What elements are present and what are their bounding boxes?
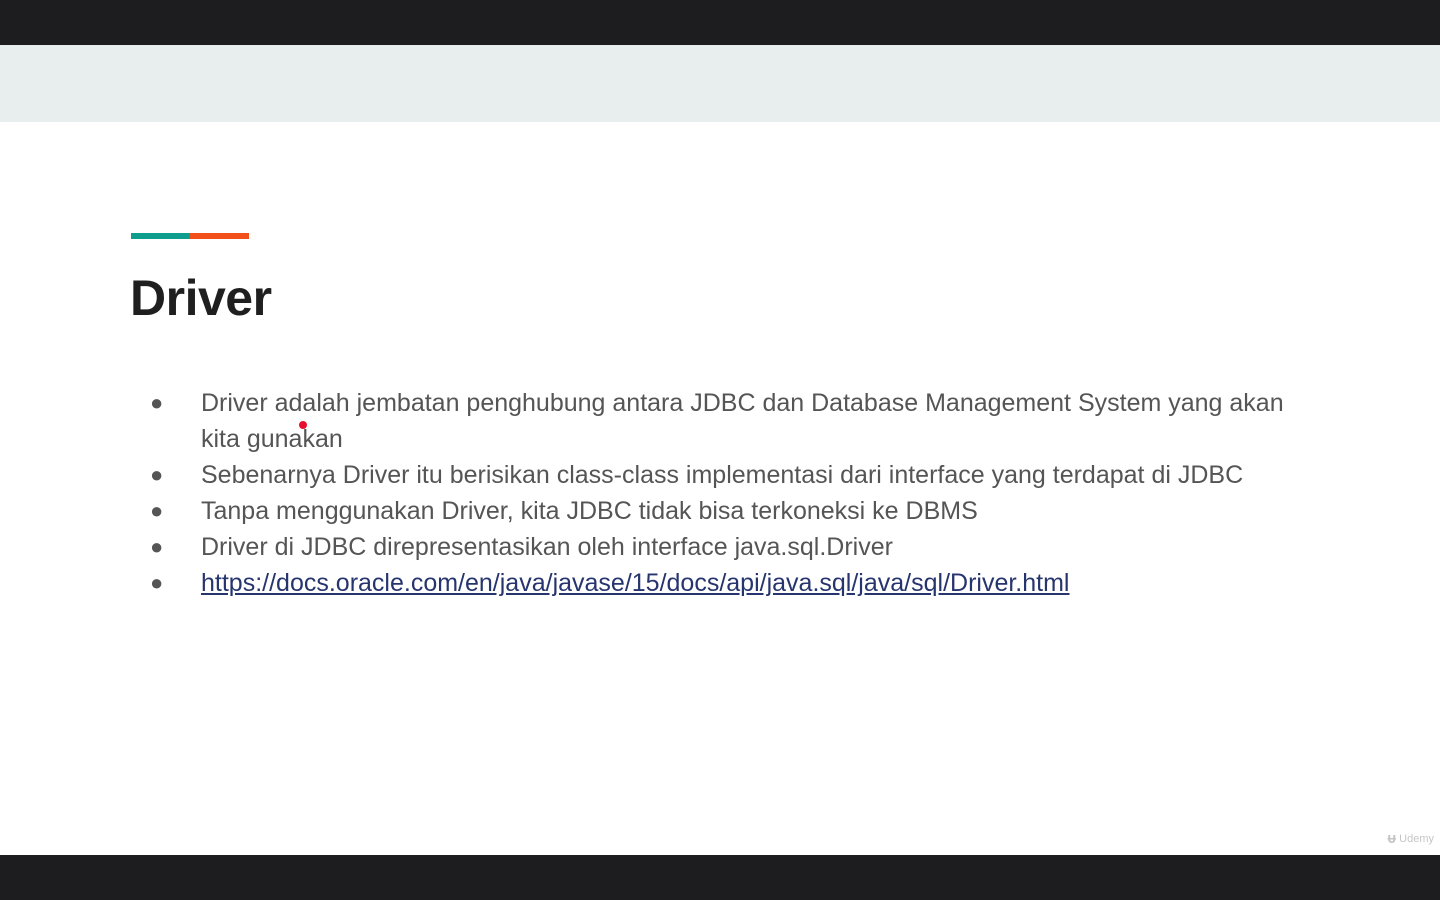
bullet-list: ● Driver adalah jembatan penghubung anta…	[150, 385, 1300, 601]
driver-docs-link[interactable]: https://docs.oracle.com/en/java/javase/1…	[201, 565, 1300, 601]
bullet-dot-icon: ●	[150, 498, 164, 523]
presentation-slide: Driver ● Driver adalah jembatan penghubu…	[0, 45, 1440, 855]
bullet-item: ● Driver adalah jembatan penghubung anta…	[150, 385, 1300, 457]
accent-teal-segment	[131, 233, 190, 239]
title-accent-line	[131, 233, 249, 239]
bullet-dot-icon: ●	[150, 534, 164, 559]
bullet-item: ● https://docs.oracle.com/en/java/javase…	[150, 565, 1300, 601]
bullet-text: Sebenarnya Driver itu berisikan class-cl…	[201, 461, 1244, 489]
laser-pointer-dot	[299, 421, 307, 429]
slide-header-band	[0, 45, 1440, 122]
bottom-letterbox-bar	[0, 855, 1440, 900]
watermark-text: Udemy	[1399, 832, 1434, 845]
bullet-dot-icon: ●	[150, 390, 164, 415]
bullet-dot-icon: ●	[150, 462, 164, 487]
bullet-item: ● Driver di JDBC direpresentasikan oleh …	[150, 529, 1300, 565]
bullet-text: Driver adalah jembatan penghubung antara…	[201, 389, 1284, 453]
udemy-logo-icon: ᵾ	[1387, 830, 1397, 847]
top-letterbox-bar	[0, 0, 1440, 45]
slide-title: Driver	[130, 270, 272, 326]
bullet-item: ● Sebenarnya Driver itu berisikan class-…	[150, 457, 1300, 493]
bullet-text: Driver di JDBC direpresentasikan oleh in…	[201, 533, 893, 561]
udemy-watermark: ᵾ Udemy	[1387, 830, 1434, 847]
bullet-dot-icon: ●	[150, 570, 164, 595]
bullet-text: Tanpa menggunakan Driver, kita JDBC tida…	[201, 497, 978, 525]
bullet-item: ● Tanpa menggunakan Driver, kita JDBC ti…	[150, 493, 1300, 529]
accent-orange-segment	[190, 233, 249, 239]
